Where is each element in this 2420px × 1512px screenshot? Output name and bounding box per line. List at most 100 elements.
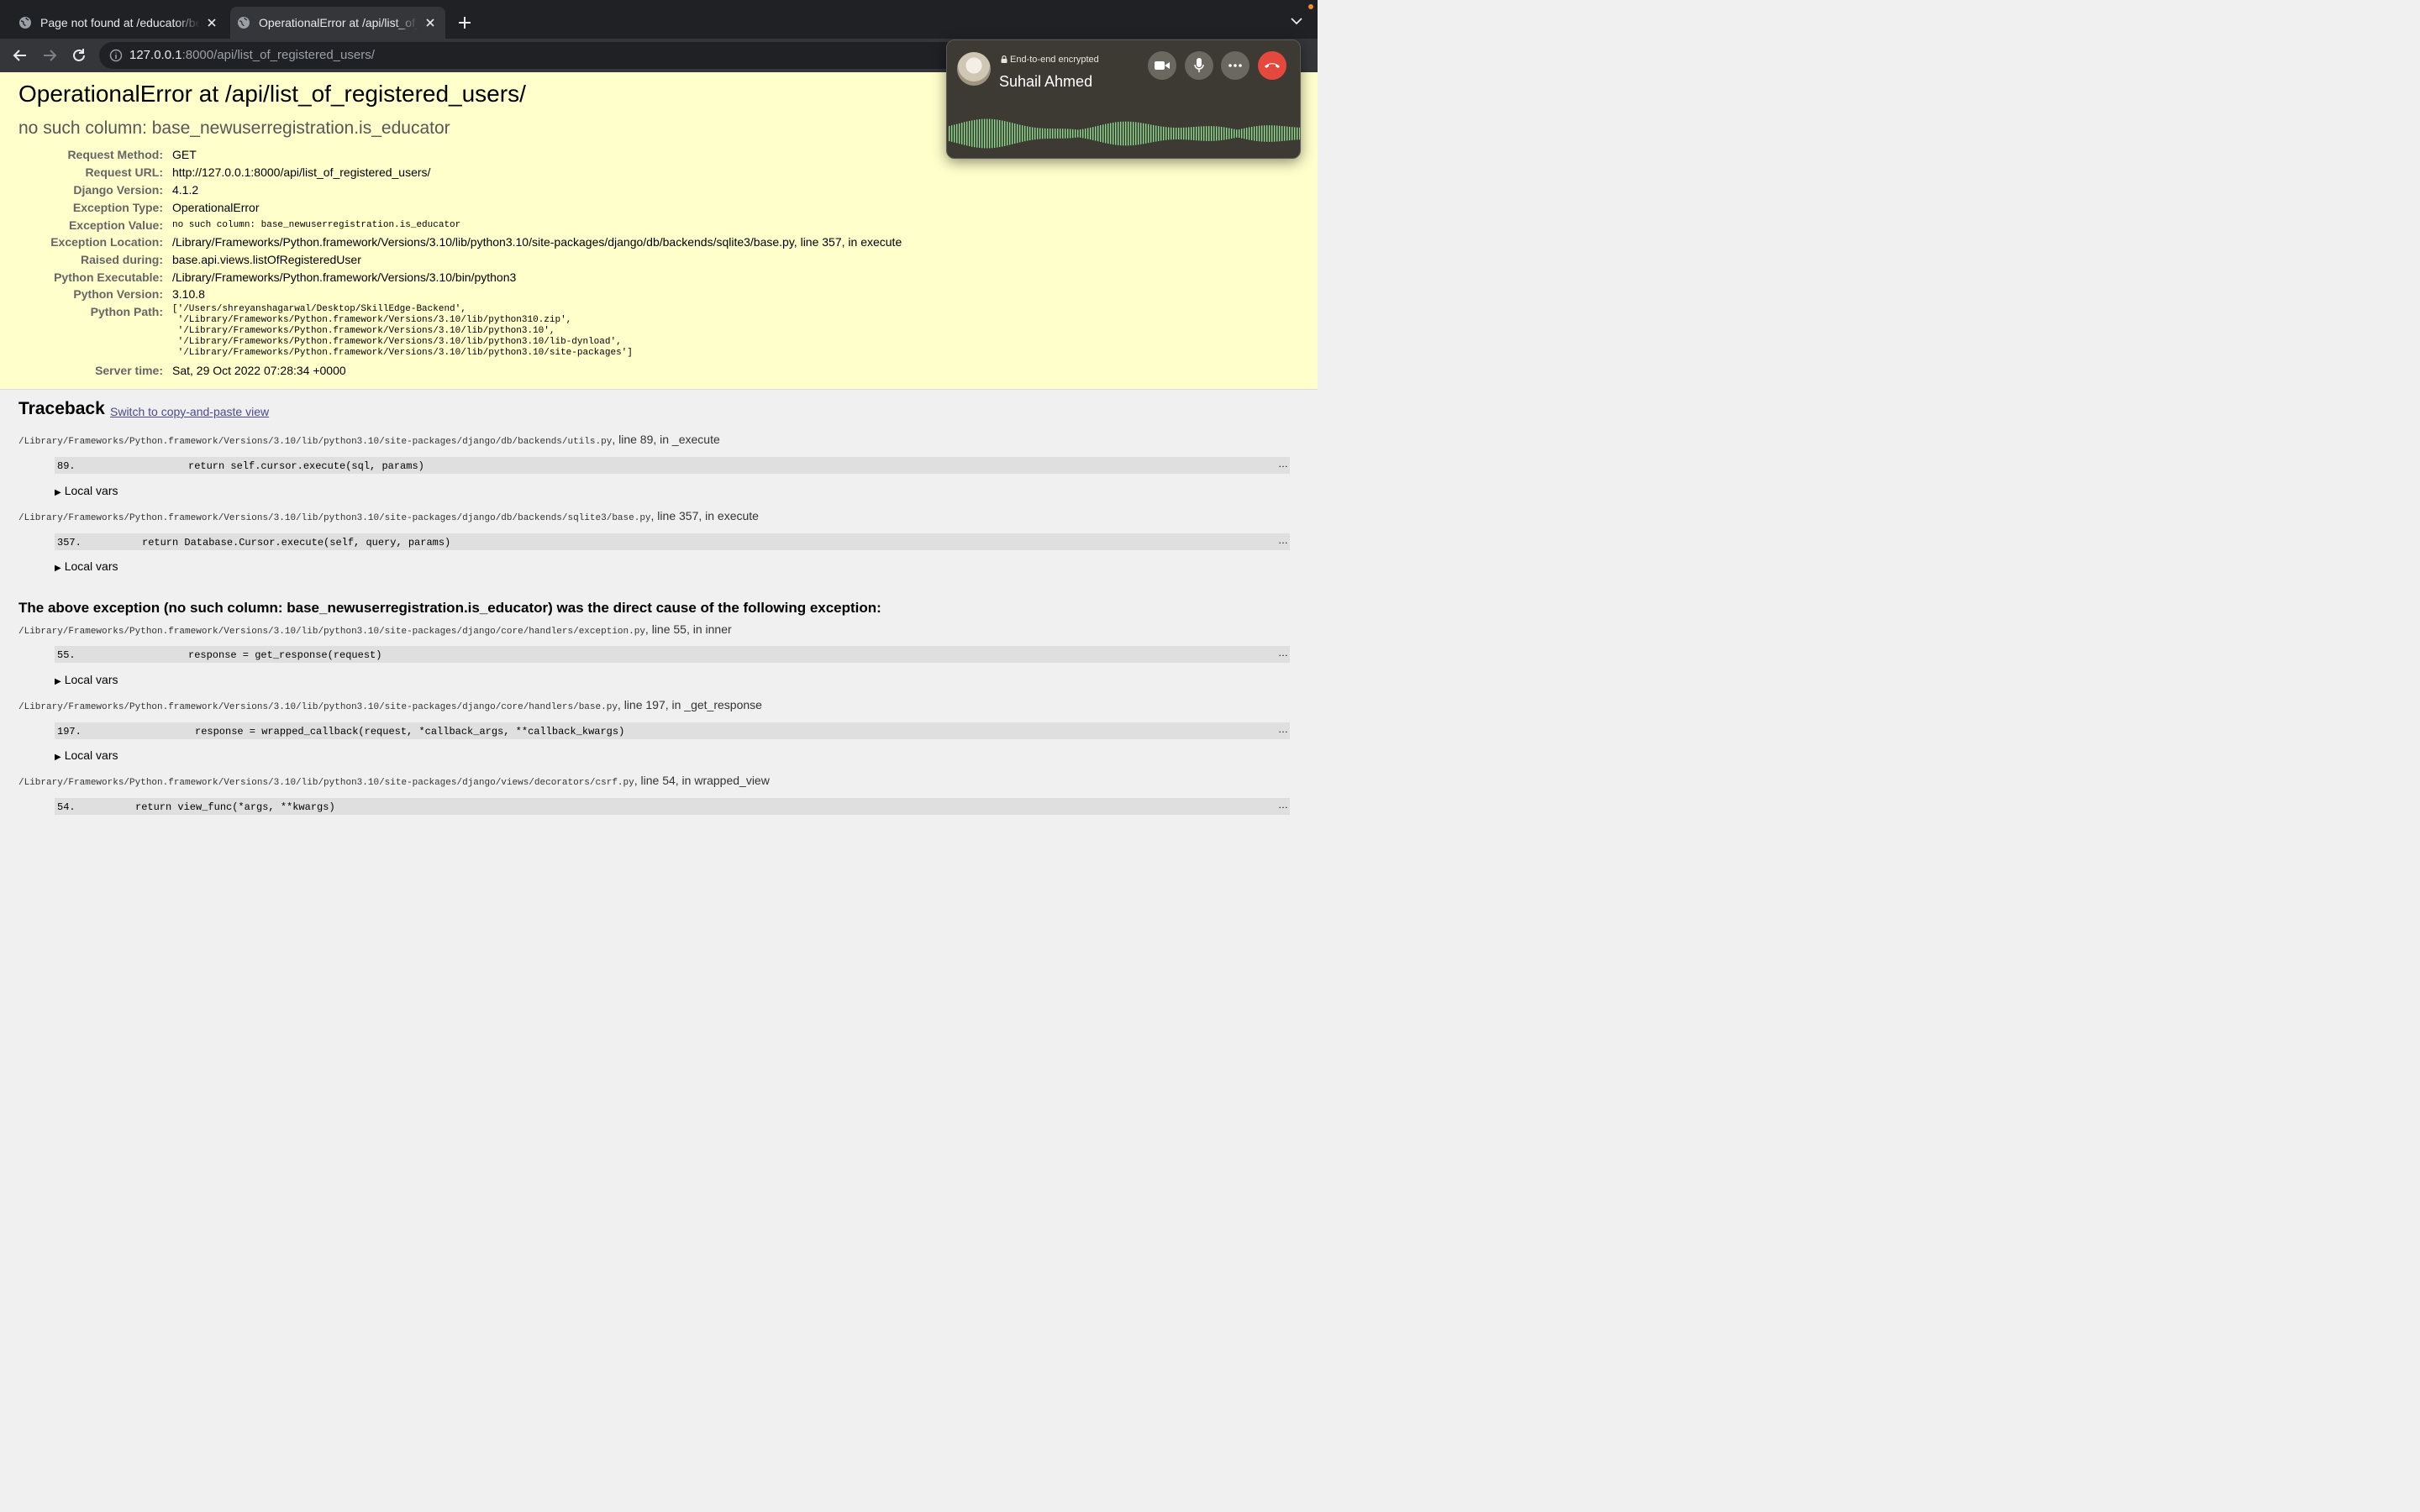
waveform-bar xyxy=(1090,127,1092,140)
expand-ellipsis[interactable]: … xyxy=(1278,647,1288,659)
page-title: OperationalError at /api/list_of_registe… xyxy=(18,81,526,107)
expand-ellipsis[interactable]: … xyxy=(1278,799,1288,811)
meta-value: 4.1.2 xyxy=(172,183,199,197)
waveform-bar xyxy=(959,123,960,144)
frame-path: /Library/Frameworks/Python.framework/Ver… xyxy=(18,778,634,788)
code-line: response = get_response(request) xyxy=(188,649,382,661)
local-vars-label: Local vars xyxy=(64,673,118,686)
waveform-bar xyxy=(1140,123,1142,144)
waveform-bar xyxy=(1044,128,1046,139)
local-vars-toggle[interactable]: ▶ Local vars xyxy=(55,484,118,497)
waveform-bar xyxy=(1120,121,1122,146)
code-line: return Database.Cursor.execute(self, que… xyxy=(142,537,451,549)
waveform-bar xyxy=(1251,126,1253,141)
frame-context-line[interactable]: 357. return Database.Cursor.execute(self,… xyxy=(55,533,1290,550)
video-button[interactable] xyxy=(1148,51,1176,80)
waveform-bar xyxy=(1231,129,1233,139)
waveform-bar xyxy=(1019,124,1021,143)
waveform-bar xyxy=(956,123,958,144)
tab-page-not-found[interactable]: Page not found at /educator/be xyxy=(10,7,227,39)
waveform-bar xyxy=(951,125,953,142)
forward-arrow-icon[interactable] xyxy=(41,47,58,64)
local-vars-toggle[interactable]: ▶ Local vars xyxy=(55,673,118,686)
tab-search-chevron-icon[interactable] xyxy=(1291,17,1302,25)
waveform-bar xyxy=(1042,128,1044,139)
local-vars-label: Local vars xyxy=(64,559,118,573)
waveform-bar xyxy=(1135,122,1137,145)
local-vars-toggle[interactable]: ▶ Local vars xyxy=(55,559,118,573)
meta-value: /Library/Frameworks/Python.framework/Ver… xyxy=(172,235,902,249)
frame-file: /Library/Frameworks/Python.framework/Ver… xyxy=(18,622,732,637)
waveform-bar xyxy=(1130,121,1132,146)
meta-label: Django Version: xyxy=(73,183,163,197)
waveform-bar xyxy=(1221,127,1223,140)
waveform-bar xyxy=(976,119,978,148)
line-number: 197. xyxy=(57,726,82,738)
frame-context-line[interactable]: 54. return view_func(*args, **kwargs)… xyxy=(55,798,1290,815)
address-bar[interactable]: 127.0.0.1:8000/api/list_of_registered_us… xyxy=(99,42,973,69)
waveform-bar xyxy=(1173,127,1175,140)
switch-copy-paste-link[interactable]: Switch to copy-and-paste view xyxy=(110,405,269,418)
waveform-bar xyxy=(974,119,976,148)
recording-indicator xyxy=(1308,4,1313,9)
frame-context-line[interactable]: 197. response = wrapped_callback(request,… xyxy=(55,722,1290,739)
close-tab-icon[interactable] xyxy=(424,16,437,29)
code-line: return view_func(*args, **kwargs) xyxy=(135,801,335,813)
waveform-bar xyxy=(1148,123,1150,144)
globe-icon xyxy=(238,17,250,29)
waveform-bar xyxy=(1133,122,1134,145)
end-call-button[interactable] xyxy=(1258,51,1286,80)
video-camera-icon xyxy=(1155,61,1170,70)
meta-label: Python Executable: xyxy=(54,270,163,284)
waveform-bar xyxy=(1032,127,1034,140)
local-vars-toggle[interactable]: ▶ Local vars xyxy=(55,748,118,762)
waveform-bar xyxy=(1264,125,1265,142)
tab-title: OperationalError at /api/list_of_registe… xyxy=(259,16,418,29)
mute-button[interactable] xyxy=(1185,51,1213,80)
hang-up-phone-icon xyxy=(1265,63,1280,68)
tab-operational-error[interactable]: OperationalError at /api/list_of_registe… xyxy=(230,7,445,39)
close-tab-icon[interactable] xyxy=(205,16,218,29)
waveform-bar xyxy=(961,123,963,144)
waveform-bar xyxy=(1014,123,1016,144)
new-tab-plus-icon[interactable] xyxy=(457,15,472,30)
waveform-bar xyxy=(1271,125,1273,142)
waveform-bar xyxy=(1150,124,1152,143)
waveform-bar xyxy=(1269,125,1270,142)
meta-label: Request URL: xyxy=(85,165,163,179)
meta-value: OperationalError xyxy=(172,201,260,214)
waveform-bar xyxy=(969,120,971,147)
meta-value: /Library/Frameworks/Python.framework/Ver… xyxy=(172,270,517,284)
waveform-bar xyxy=(1105,123,1107,144)
expand-ellipsis[interactable]: … xyxy=(1278,534,1288,546)
waveform-bar xyxy=(1024,125,1026,142)
waveform-bar xyxy=(1281,126,1283,141)
meta-value: http://127.0.0.1:8000/api/list_of_regist… xyxy=(172,165,431,179)
waveform-bar xyxy=(971,120,973,147)
reload-icon[interactable] xyxy=(71,47,87,64)
frame-file: /Library/Frameworks/Python.framework/Ver… xyxy=(18,509,759,523)
site-info-icon[interactable] xyxy=(109,49,123,62)
waveform-bar xyxy=(1284,126,1286,141)
meta-value: 3.10.8 xyxy=(172,287,205,301)
frame-context-line[interactable]: 55. response = get_response(request)… xyxy=(55,646,1290,663)
waveform-bar xyxy=(1092,127,1094,140)
expand-ellipsis[interactable]: … xyxy=(1278,723,1288,735)
waveform-bar xyxy=(1198,126,1200,141)
waveform-bar xyxy=(1012,123,1013,144)
code-line: return self.cursor.execute(sql, params) xyxy=(188,460,424,472)
waveform-bar xyxy=(979,118,981,149)
local-vars-label: Local vars xyxy=(64,484,118,497)
back-arrow-icon[interactable] xyxy=(12,47,29,64)
waveform-bar xyxy=(949,125,950,142)
waveform-bar xyxy=(1256,126,1258,141)
waveform-bar xyxy=(989,118,991,149)
audio-waveform xyxy=(949,118,1300,149)
frame-context-line[interactable]: 89. return self.cursor.execute(sql, param… xyxy=(55,457,1290,474)
more-options-button[interactable] xyxy=(1221,51,1249,80)
waveform-bar xyxy=(1183,127,1185,140)
waveform-bar xyxy=(1188,127,1190,140)
expand-ellipsis[interactable]: … xyxy=(1278,458,1288,470)
waveform-bar xyxy=(1223,127,1225,140)
call-overlay[interactable]: End-to-end encrypted Suhail Ahmed xyxy=(946,39,1301,159)
